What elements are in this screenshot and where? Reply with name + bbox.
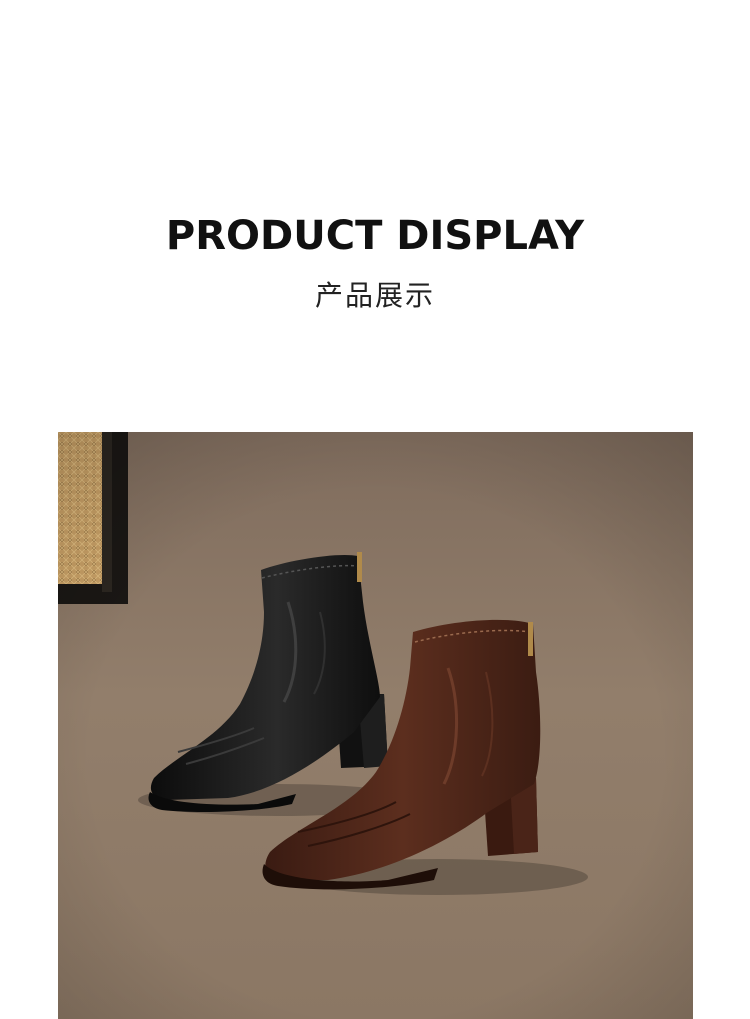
product-photo bbox=[58, 432, 693, 1019]
page-subtitle: 产品展示 bbox=[314, 279, 435, 312]
page-title: PRODUCT DISPLAY bbox=[165, 213, 585, 259]
